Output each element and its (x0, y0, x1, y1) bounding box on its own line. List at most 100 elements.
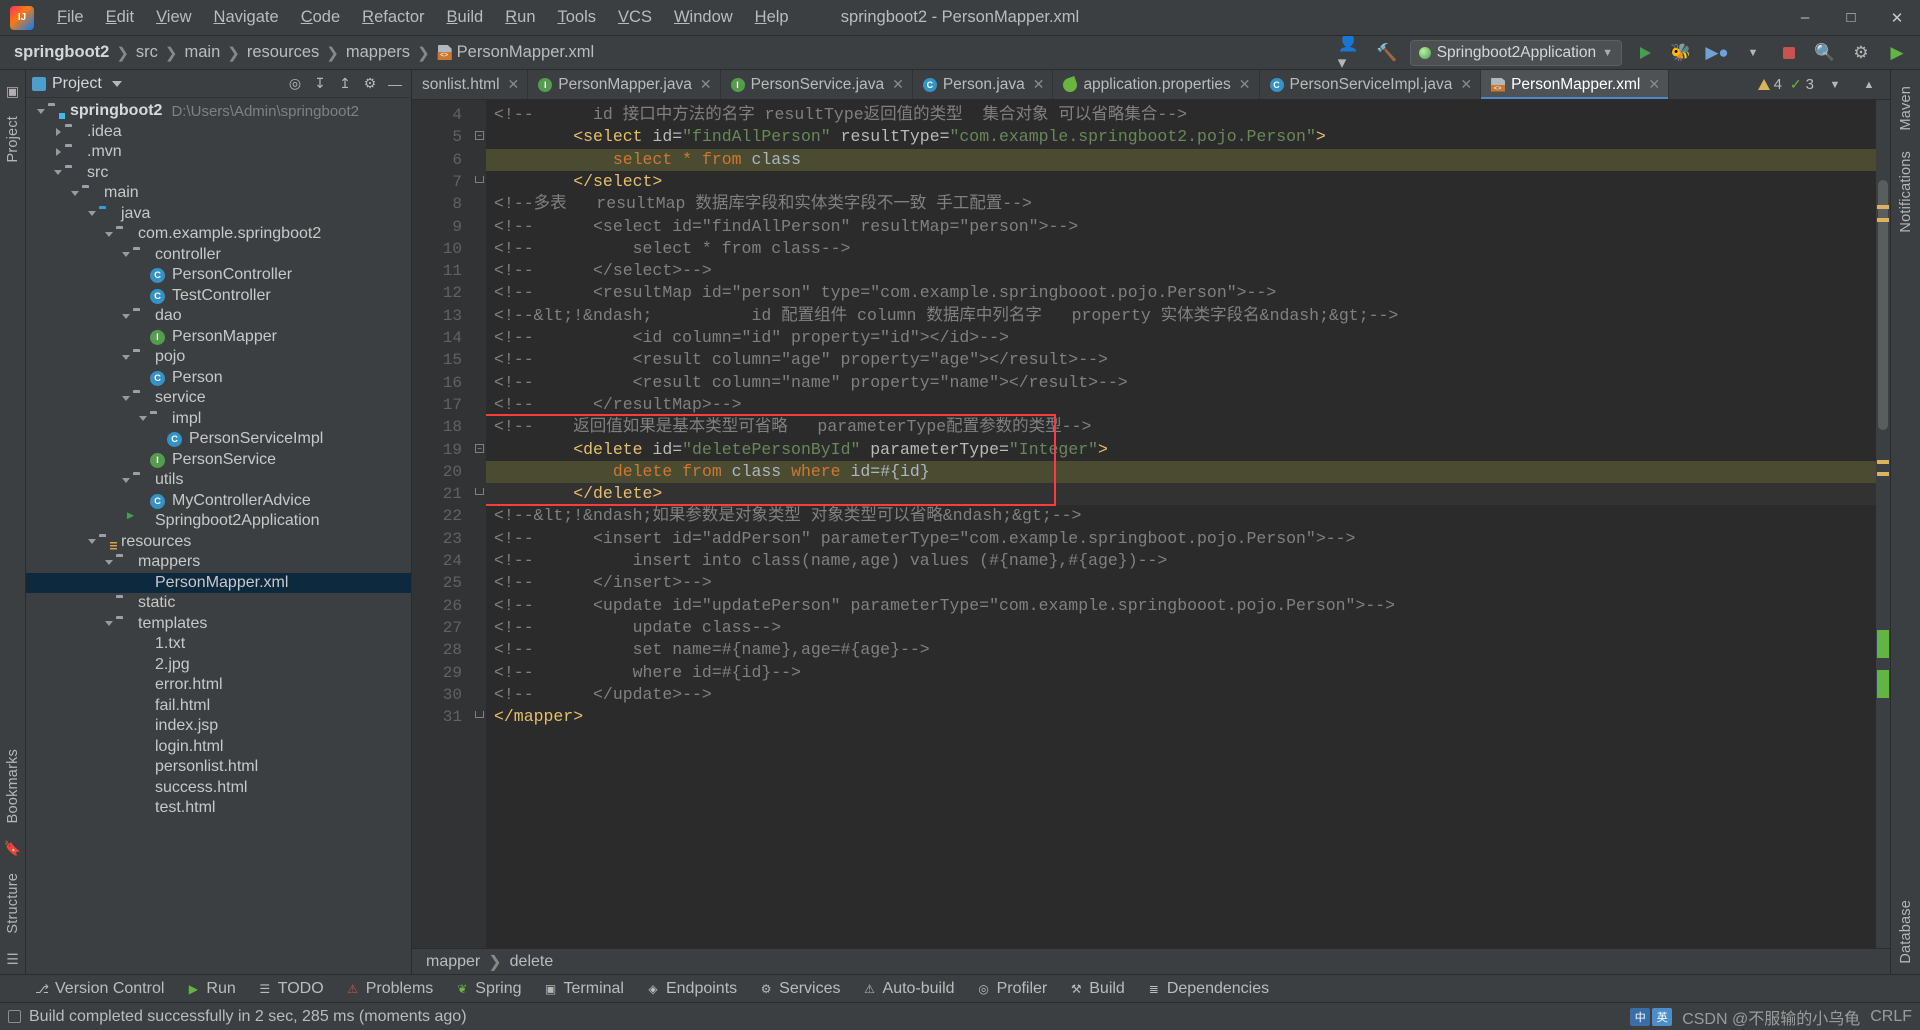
editor-tab-personservice-java[interactable]: I PersonService.java ✕ (721, 70, 913, 99)
error-stripe-mark[interactable] (1877, 472, 1889, 476)
tree-node-main[interactable]: main (26, 183, 411, 204)
breadcrumb-item-5[interactable]: PersonMapper.xml (433, 41, 599, 64)
chevron-down-icon[interactable] (119, 354, 133, 360)
menu-item-run[interactable]: Run (494, 4, 546, 31)
tool-window-terminal[interactable]: ▣ Terminal (535, 978, 633, 1000)
editor-breadcrumb-delete[interactable]: delete (510, 953, 554, 971)
editor-tab-application-properties[interactable]: application.properties ✕ (1053, 70, 1260, 99)
tree-node-personcontroller[interactable]: C PersonController (26, 265, 411, 286)
chevron-down-icon[interactable] (119, 477, 133, 483)
code-line-23[interactable]: <!-- <insert id="addPerson" parameterTyp… (494, 528, 1355, 550)
rail-item-notifications[interactable]: Notifications (1898, 151, 1914, 233)
fold-end-icon[interactable] (475, 488, 484, 496)
menu-item-navigate[interactable]: Navigate (203, 4, 290, 31)
close-tab-icon[interactable]: ✕ (1239, 76, 1251, 93)
editor-tab-personmapper-java[interactable]: I PersonMapper.java ✕ (528, 70, 721, 99)
code-line-31[interactable]: </mapper> (494, 706, 583, 728)
inspection-warnings[interactable]: 4 (1757, 76, 1782, 93)
tree-node-.idea[interactable]: .idea (26, 122, 411, 143)
maximize-icon[interactable]: □ (1828, 0, 1874, 35)
breadcrumb-item-4[interactable]: mappers (342, 41, 414, 64)
code-line-8[interactable]: <!--多表 resultMap 数据库字段和实体类字段不一致 手工配置--> (494, 193, 1032, 215)
rail-item-structure[interactable]: Structure (5, 873, 21, 934)
collapse-editor-icon[interactable]: ▲ (1856, 72, 1882, 98)
bottom-tool-window-bar[interactable]: ⎇ Version Control ▶ Run ☰ TODO ⚠ Problems ❦ Sprin… (0, 974, 1920, 1002)
fold-end-icon[interactable] (475, 175, 484, 183)
code-line-4[interactable]: <!-- id 接口中方法的名字 resultType返回值的类型 集合对象 可… (494, 104, 1187, 126)
tree-node-mappers[interactable]: mappers (26, 552, 411, 573)
code-line-6[interactable]: select * from class (494, 149, 801, 171)
tool-window-run[interactable]: ▶ Run (177, 978, 244, 1000)
code-line-25[interactable]: <!-- </insert>--> (494, 572, 712, 594)
tree-node-success.html[interactable]: success.html (26, 778, 411, 799)
menu-item-build[interactable]: Build (436, 4, 495, 31)
chevron-down-icon[interactable] (102, 621, 116, 627)
code-line-29[interactable]: <!-- where id=#{id}--> (494, 662, 801, 684)
close-tab-icon[interactable]: ✕ (508, 76, 520, 93)
tree-node-java[interactable]: java (26, 204, 411, 225)
tree-node-dao[interactable]: dao (26, 306, 411, 327)
tree-node-test.html[interactable]: test.html (26, 798, 411, 819)
fold-expanded-icon[interactable]: − (475, 443, 484, 453)
code-folding-column[interactable]: − − (472, 100, 486, 948)
close-icon[interactable]: ✕ (1874, 0, 1920, 35)
chevron-down-icon[interactable] (85, 211, 99, 217)
editor-tab-sonlist-html[interactable]: sonlist.html ✕ (412, 70, 529, 99)
tree-node-utils[interactable]: utils (26, 470, 411, 491)
editor-scrollbar[interactable] (1876, 100, 1890, 948)
tree-node-springboot2[interactable]: springboot2 D:\Users\Admin\springboot2 (26, 101, 411, 122)
code-line-21[interactable]: </delete> (494, 483, 662, 505)
tree-node-personservice[interactable]: I PersonService (26, 450, 411, 471)
code-line-28[interactable]: <!-- set name=#{name},age=#{age}--> (494, 639, 930, 661)
rail-item-maven[interactable]: Maven (1898, 86, 1914, 131)
chevron-down-icon[interactable] (119, 313, 133, 319)
code-line-17[interactable]: <!-- </resultMap>--> (494, 394, 742, 416)
settings-gear-icon[interactable]: ⚙ (1848, 40, 1874, 66)
chevron-down-icon[interactable] (102, 559, 116, 565)
settings-gear-icon[interactable]: ⚙ (360, 74, 380, 94)
menu-item-help[interactable]: Help (744, 4, 800, 31)
menu-item-code[interactable]: Code (290, 4, 351, 31)
breadcrumb-item-1[interactable]: src (132, 41, 162, 64)
tree-node-person[interactable]: C Person (26, 368, 411, 389)
project-tree[interactable]: springboot2 D:\Users\Admin\springboot2 .id… (26, 98, 411, 974)
main-menu[interactable]: File Edit View Navigate Code Refactor Build Run… (46, 4, 800, 31)
error-stripe-mark[interactable] (1877, 205, 1889, 209)
collapse-all-icon[interactable]: ↥ (335, 74, 355, 94)
tree-node-com.example.springboot2[interactable]: com.example.springboot2 (26, 224, 411, 245)
close-tab-icon[interactable]: ✕ (1033, 76, 1045, 93)
tree-node-index.jsp[interactable]: index.jsp (26, 716, 411, 737)
error-stripe-mark[interactable] (1877, 218, 1889, 222)
code-line-14[interactable]: <!-- <id column="id" property="id"></id>… (494, 327, 1009, 349)
tree-node-service[interactable]: service (26, 388, 411, 409)
tree-node-mycontrolleradvice[interactable]: C MyControllerAdvice (26, 491, 411, 512)
more-run-options-icon[interactable]: ▼ (1740, 40, 1766, 66)
error-stripe-mark[interactable] (1877, 670, 1889, 698)
hide-panel-icon[interactable]: — (385, 74, 405, 94)
breadcrumb[interactable]: springboot2 ❯ src ❯ main ❯ resources ❯ mappers ❯ P… (10, 41, 598, 64)
chevron-down-icon[interactable] (111, 80, 122, 87)
tree-node-impl[interactable]: impl (26, 409, 411, 430)
code-line-5[interactable]: <select id="findAllPerson" resultType="c… (494, 126, 1326, 148)
menu-item-window[interactable]: Window (663, 4, 744, 31)
close-tab-icon[interactable]: ✕ (1648, 76, 1660, 93)
tree-node-pojo[interactable]: pojo (26, 347, 411, 368)
code-line-22[interactable]: <!--&lt;!&ndash;如果参数是对象类型 对象类型可以省略&ndash… (494, 505, 1081, 527)
updates-icon[interactable]: ▶ (1884, 40, 1910, 66)
expand-all-icon[interactable]: ↧ (310, 74, 330, 94)
ime-chinese-icon[interactable]: 中 (1630, 1007, 1651, 1026)
tool-window-endpoints[interactable]: ◈ Endpoints (637, 978, 746, 1000)
tool-window-auto-build[interactable]: ⚠ Auto-build (854, 978, 964, 1000)
code-line-18[interactable]: <!-- 返回值如果是基本类型可省略 parameterType配置参数的类型-… (494, 416, 1091, 438)
tree-node-personserviceimpl[interactable]: C PersonServiceImpl (26, 429, 411, 450)
rail-item-database[interactable]: Database (1898, 900, 1914, 964)
chevron-right-icon[interactable] (51, 127, 65, 136)
code-line-11[interactable]: <!-- </select>--> (494, 260, 712, 282)
event-log-icon[interactable] (8, 1010, 21, 1023)
code-line-7[interactable]: </select> (494, 171, 662, 193)
breadcrumb-item-2[interactable]: main (180, 41, 224, 64)
tool-window-version-control[interactable]: ⎇ Version Control (26, 978, 173, 1000)
debug-icon[interactable]: 🐝 (1668, 40, 1694, 66)
code-line-16[interactable]: <!-- <result column="name" property="nam… (494, 372, 1128, 394)
select-opened-file-icon[interactable]: ◎ (285, 74, 305, 94)
